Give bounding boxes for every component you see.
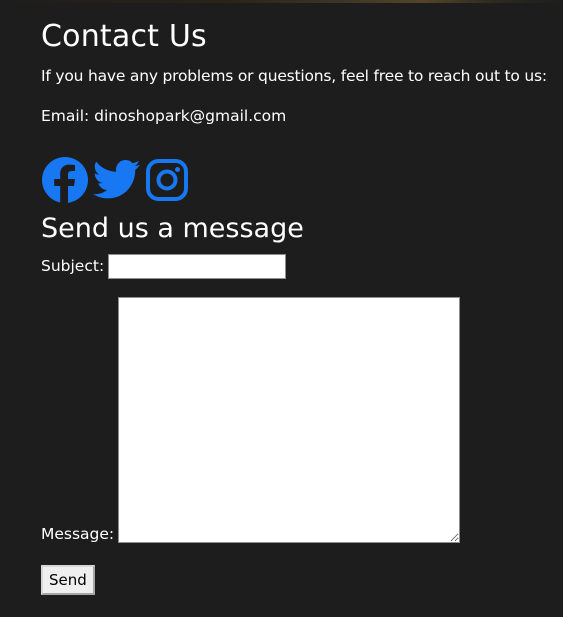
- facebook-icon: [42, 157, 88, 204]
- twitter-icon: [93, 160, 141, 199]
- message-textarea[interactable]: [118, 297, 461, 543]
- header-image-strip: [0, 0, 563, 3]
- send-button[interactable]: Send: [41, 565, 95, 595]
- message-label: Message:: [41, 525, 115, 543]
- subject-input[interactable]: [108, 253, 287, 279]
- instagram-icon: [146, 159, 188, 201]
- subject-label: Subject:: [41, 257, 105, 275]
- twitter-link[interactable]: [93, 160, 141, 200]
- page-title: Contact Us: [41, 19, 207, 54]
- facebook-link[interactable]: [41, 156, 89, 204]
- intro-text: If you have any problems or questions, f…: [41, 67, 547, 85]
- message-row: Message:: [41, 297, 556, 543]
- instagram-link[interactable]: [145, 158, 189, 202]
- form-heading: Send us a message: [41, 213, 304, 244]
- subject-row: Subject:: [41, 251, 556, 281]
- contact-section: Contact Us If you have any problems or q…: [41, 18, 556, 595]
- contact-form: Subject: Message: Send: [41, 251, 556, 595]
- social-links: [41, 156, 556, 204]
- email-text: Email: dinoshopark@gmail.com: [41, 107, 287, 125]
